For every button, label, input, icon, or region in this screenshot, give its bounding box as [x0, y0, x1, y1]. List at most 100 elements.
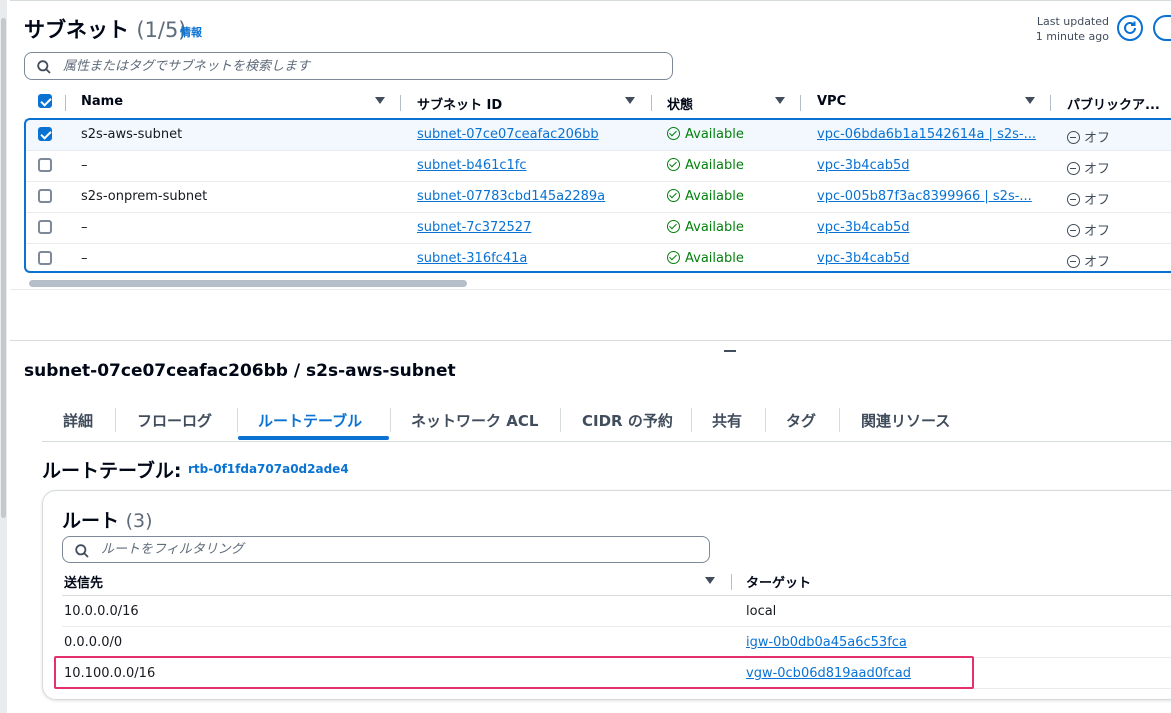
tab-related-resources[interactable]: 関連リソース [861, 410, 950, 431]
tab-details[interactable]: 詳細 [63, 410, 93, 431]
public-ip-status: オフ [1067, 189, 1110, 208]
subnet-search-input[interactable] [24, 52, 673, 80]
tab-sharing[interactable]: 共有 [712, 410, 742, 431]
active-tab-indicator [238, 436, 389, 440]
routes-count: (3) [125, 510, 153, 532]
row-checkbox[interactable] [38, 158, 52, 172]
page-title: サブネット (1/5) [24, 14, 187, 44]
vpc-link[interactable]: vpc-3b4cab5d [817, 220, 909, 235]
resize-handle-icon[interactable] [724, 350, 736, 352]
column-header-public[interactable]: パブリックア... [1067, 94, 1160, 113]
table-row[interactable]: – subnet-7c372527 Available vpc-3b4cab5d… [24, 212, 1171, 243]
vpc-link[interactable]: vpc-005b87f3ac8399966 | s2s-... [817, 189, 1032, 204]
table-row[interactable]: – subnet-b461c1fc Available vpc-3b4cab5d… [24, 150, 1171, 181]
public-ip-status: オフ [1067, 158, 1110, 177]
route-target: local [746, 604, 777, 619]
select-all-checkbox[interactable] [38, 94, 52, 108]
refresh-icon [1124, 21, 1136, 34]
tab-tags[interactable]: タグ [786, 410, 816, 431]
column-divider [731, 574, 732, 590]
search-icon [75, 543, 89, 558]
sort-down-icon[interactable] [1025, 97, 1035, 104]
route-filter-input[interactable] [62, 536, 710, 563]
route-filter-field[interactable] [99, 541, 685, 558]
status-available: Available [667, 220, 744, 235]
vpc-link[interactable]: vpc-06bda6b1a1542614a | s2s-... [817, 127, 1036, 142]
subnet-table-header: Name サブネット ID 状態 VPC パブリックア... [24, 89, 1171, 117]
subnet-id-link[interactable]: subnet-07783cbd145a2289a [417, 189, 605, 204]
route-target-link[interactable]: igw-0b0db0a45a6c53fca [746, 635, 907, 650]
column-divider [400, 95, 401, 111]
public-ip-status: オフ [1067, 220, 1110, 239]
column-header-subnet-id[interactable]: サブネット ID [417, 94, 502, 113]
refresh-button[interactable] [1117, 15, 1143, 41]
status-text: Available [685, 189, 744, 204]
minus-circle-icon [1067, 255, 1080, 268]
column-header-destination[interactable]: 送信先 [64, 572, 103, 591]
routes-heading: ルート (3) [62, 506, 153, 533]
public-ip-status: オフ [1067, 127, 1110, 146]
status-text: Available [685, 220, 744, 235]
route-table-id-link[interactable]: rtb-0f1fda707a0d2ade4 [188, 462, 349, 476]
column-header-vpc[interactable]: VPC [817, 94, 846, 109]
tab-divider [560, 408, 561, 432]
horizontal-scrollbar-thumb[interactable] [29, 280, 467, 287]
check-circle-icon [667, 220, 680, 233]
table-row[interactable]: – subnet-316fc41a Available vpc-3b4cab5d… [24, 243, 1171, 274]
route-row: 10.0.0.0/16 local [62, 596, 1171, 627]
page-scrollbar-thumb[interactable] [1, 18, 6, 518]
sort-down-icon[interactable] [375, 97, 385, 104]
subnet-id-link[interactable]: subnet-316fc41a [417, 251, 527, 266]
column-divider [65, 95, 66, 111]
last-updated: Last updated 1 minute ago [1020, 14, 1109, 44]
detail-title: subnet-07ce07ceafac206bb / s2s-aws-subne… [24, 361, 456, 381]
tab-divider [237, 408, 238, 432]
route-row: 0.0.0.0/0 igw-0b0db0a45a6c53fca [62, 627, 1171, 658]
column-header-name[interactable]: Name [81, 94, 123, 109]
route-destination: 0.0.0.0/0 [64, 635, 123, 650]
minus-circle-icon [1067, 224, 1080, 237]
vpc-link[interactable]: vpc-3b4cab5d [817, 251, 909, 266]
tab-divider [765, 408, 766, 432]
sort-down-icon[interactable] [775, 97, 785, 104]
row-checkbox[interactable] [38, 127, 52, 141]
last-updated-time: 1 minute ago [1035, 30, 1109, 43]
tab-flow-logs[interactable]: フローログ [137, 410, 212, 431]
column-divider [1050, 95, 1051, 111]
minus-circle-icon [1067, 162, 1080, 175]
row-checkbox[interactable] [38, 251, 52, 265]
column-header-state[interactable]: 状態 [667, 94, 693, 113]
routes-table-header: 送信先 ターゲット [62, 568, 1171, 596]
tab-cidr-reservations[interactable]: CIDR の予約 [582, 410, 673, 431]
status-text: Available [685, 127, 744, 142]
tab-route-table[interactable]: ルートテーブル [258, 410, 362, 431]
route-target-link[interactable]: vgw-0cb06d819aad0fcad [746, 666, 911, 681]
subnet-id-link[interactable]: subnet-b461c1fc [417, 158, 527, 173]
last-updated-label: Last updated [1036, 15, 1109, 28]
status-available: Available [667, 251, 744, 266]
status-text: Available [685, 251, 744, 266]
check-circle-icon [667, 189, 680, 202]
tab-network-acl[interactable]: ネットワーク ACL [411, 410, 538, 431]
row-checkbox[interactable] [38, 189, 52, 203]
row-checkbox[interactable] [38, 220, 52, 234]
public-ip-text: オフ [1084, 131, 1111, 146]
subnet-id-link[interactable]: subnet-07ce07ceafac206bb [417, 127, 599, 142]
subnet-name: – [81, 220, 88, 235]
table-row[interactable]: s2s-aws-subnet subnet-07ce07ceafac206bb … [24, 119, 1171, 150]
route-row: 10.100.0.0/16 vgw-0cb06d819aad0fcad [62, 658, 1171, 689]
subnet-id-link[interactable]: subnet-7c372527 [417, 220, 531, 235]
search-icon [37, 59, 51, 74]
sort-down-icon[interactable] [705, 577, 715, 584]
sort-down-icon[interactable] [625, 97, 635, 104]
routes-heading-text: ルート [62, 510, 120, 532]
info-link[interactable]: 情報 [180, 24, 202, 40]
split-panel-divider[interactable] [10, 340, 1171, 341]
table-row[interactable]: s2s-onprem-subnet subnet-07783cbd145a228… [24, 181, 1171, 212]
vpc-link[interactable]: vpc-3b4cab5d [817, 158, 909, 173]
tab-divider [115, 408, 116, 432]
subnet-table: Name サブネット ID 状態 VPC パブリックア... s2s-aws-s… [24, 89, 1171, 279]
column-divider [651, 95, 652, 111]
subnet-search-field[interactable] [61, 57, 648, 75]
column-header-target[interactable]: ターゲット [746, 572, 811, 591]
